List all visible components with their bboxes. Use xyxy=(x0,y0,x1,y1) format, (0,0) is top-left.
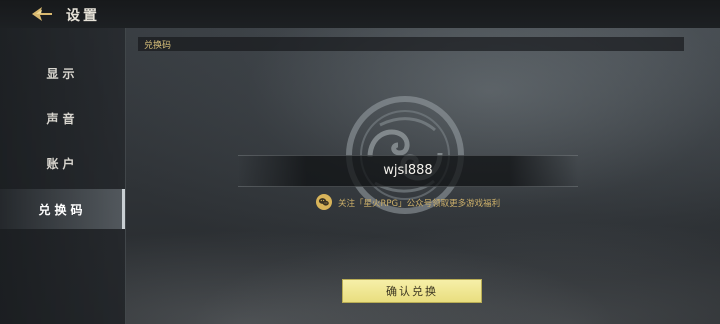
sidebar-item-redeem-code[interactable]: 兑换码 xyxy=(0,189,125,229)
sidebar-item-label: 兑换码 xyxy=(38,202,87,217)
redeem-code-input[interactable]: wjsl888 xyxy=(238,155,578,187)
background-fog xyxy=(125,204,720,324)
confirm-redeem-button[interactable]: 确认兑换 xyxy=(342,279,482,303)
sidebar-item-label: 显示 xyxy=(46,66,79,81)
wechat-icon xyxy=(316,194,332,210)
section-header: 兑换码 xyxy=(138,37,684,51)
back-arrow-icon xyxy=(32,7,52,21)
sidebar-item-account[interactable]: 账户 xyxy=(0,143,125,183)
redeem-code-value: wjsl888 xyxy=(383,163,433,178)
settings-sidebar: 显示 声音 账户 兑换码 xyxy=(0,28,126,324)
back-button[interactable] xyxy=(30,5,54,23)
sidebar-item-label: 声音 xyxy=(46,111,79,126)
top-bar: 设置 xyxy=(0,0,720,28)
sidebar-item-display[interactable]: 显示 xyxy=(0,53,125,93)
page-title: 设置 xyxy=(66,8,100,24)
sidebar-item-sound[interactable]: 声音 xyxy=(0,98,125,138)
official-account-hint: 关注「星火RPG」公众号领取更多游戏福利 xyxy=(338,199,501,209)
confirm-redeem-label: 确认兑换 xyxy=(386,285,438,298)
section-title: 兑换码 xyxy=(144,41,172,51)
sidebar-item-label: 账户 xyxy=(46,156,79,171)
